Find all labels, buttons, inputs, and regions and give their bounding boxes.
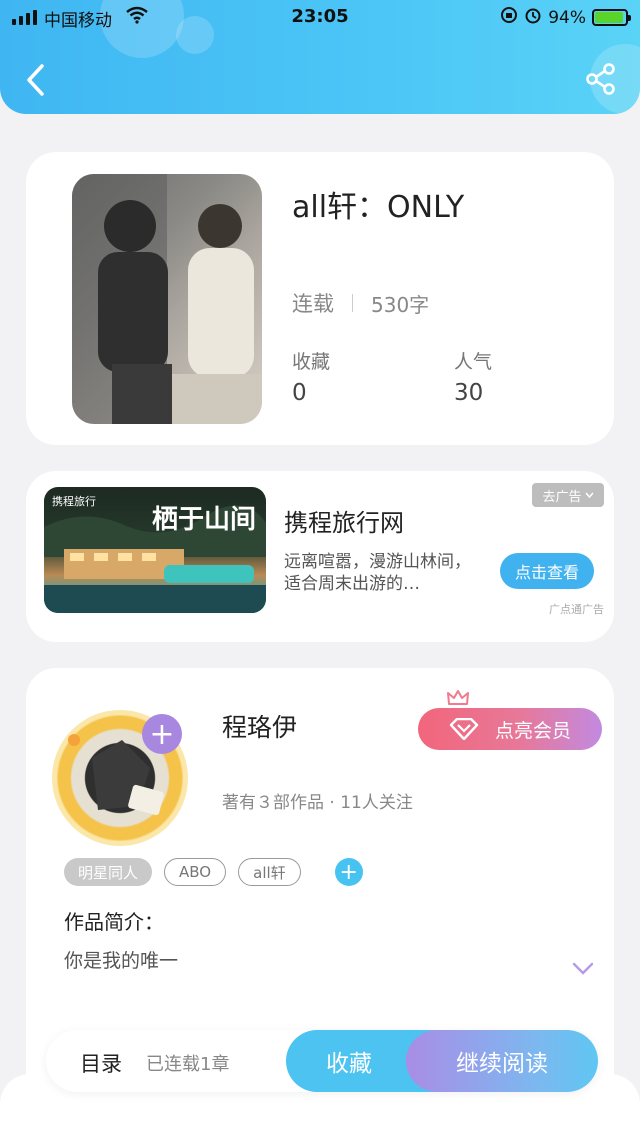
- follow-author-button[interactable]: +: [142, 714, 182, 754]
- ad-source-label: 广点通广告: [549, 603, 604, 616]
- diamond-icon: [449, 718, 479, 740]
- intro-text: 你是我的唯一: [64, 950, 179, 972]
- ad-brand-label: 携程旅行: [52, 495, 96, 508]
- status-bar: 中国移动 23:05 94%: [0, 0, 640, 34]
- ad-title: 携程旅行网: [284, 509, 404, 537]
- tag-item[interactable]: 明星同人: [64, 858, 153, 886]
- divider: [352, 294, 353, 312]
- alarm-icon: [524, 6, 542, 29]
- ad-cta-button[interactable]: 点击查看: [500, 553, 594, 589]
- header-bar: 中国移动 23:05 94%: [0, 0, 640, 114]
- toc-button[interactable]: 目录: [80, 1048, 122, 1078]
- vip-button[interactable]: 点亮会员: [418, 708, 602, 750]
- favorites-label: 收藏: [292, 351, 331, 373]
- chevron-down-icon: [584, 492, 594, 498]
- crown-icon: [447, 690, 469, 705]
- book-cover-image[interactable]: [72, 174, 262, 424]
- chapters-label: 已连载1章: [146, 1054, 230, 1075]
- add-tag-button[interactable]: +: [334, 858, 363, 886]
- remove-ad-label: 去广告: [542, 489, 582, 505]
- expand-chevron-icon[interactable]: [572, 962, 594, 976]
- author-meta: 著有３部作品 · 11人关注: [222, 793, 413, 813]
- ad-card[interactable]: 携程旅行 栖于山间 携程旅行网 远离喧嚣，漫游山林间，适合周末出游的… 去广告 …: [26, 471, 614, 642]
- tag-item[interactable]: ABO: [164, 858, 227, 886]
- serial-status: 连载: [292, 292, 334, 316]
- share-button[interactable]: [584, 62, 618, 96]
- back-button[interactable]: [22, 62, 50, 98]
- book-title: all轩：ONLY: [292, 190, 465, 225]
- author-name: 程珞伊: [222, 713, 298, 742]
- share-icon: [586, 63, 615, 95]
- tag-item[interactable]: all轩: [238, 858, 301, 886]
- popularity-label: 人气: [454, 351, 493, 373]
- popularity-value: 30: [454, 380, 484, 406]
- remove-ad-button[interactable]: 去广告: [532, 483, 604, 507]
- ad-image-text: 栖于山间: [152, 505, 257, 535]
- orientation-lock-icon: [500, 6, 518, 29]
- battery-icon: [592, 9, 631, 26]
- cover-art: [72, 174, 262, 424]
- ad-description: 远离喧嚣，漫游山林间，适合周末出游的…: [284, 552, 471, 594]
- intro-label: 作品简介：: [64, 910, 164, 934]
- word-count: 530字: [371, 292, 430, 317]
- favorites-value: 0: [292, 380, 307, 406]
- book-info-card: all轩：ONLY 连载 530字 收藏 0 人气 30: [26, 152, 614, 445]
- continue-reading-button[interactable]: 继续阅读: [406, 1030, 598, 1092]
- favorite-label: 收藏: [326, 1051, 372, 1077]
- chevron-left-icon: [27, 64, 44, 96]
- tag-list: 明星同人 ABO all轩 +: [64, 858, 363, 886]
- battery-percent: 94%: [548, 7, 586, 28]
- bottom-action-bar: 目录 已连载1章 收藏 继续阅读: [46, 1030, 598, 1092]
- ad-image[interactable]: 携程旅行 栖于山间: [44, 487, 266, 613]
- vip-label: 点亮会员: [494, 719, 571, 742]
- book-status-row: 连载 530字: [292, 288, 429, 318]
